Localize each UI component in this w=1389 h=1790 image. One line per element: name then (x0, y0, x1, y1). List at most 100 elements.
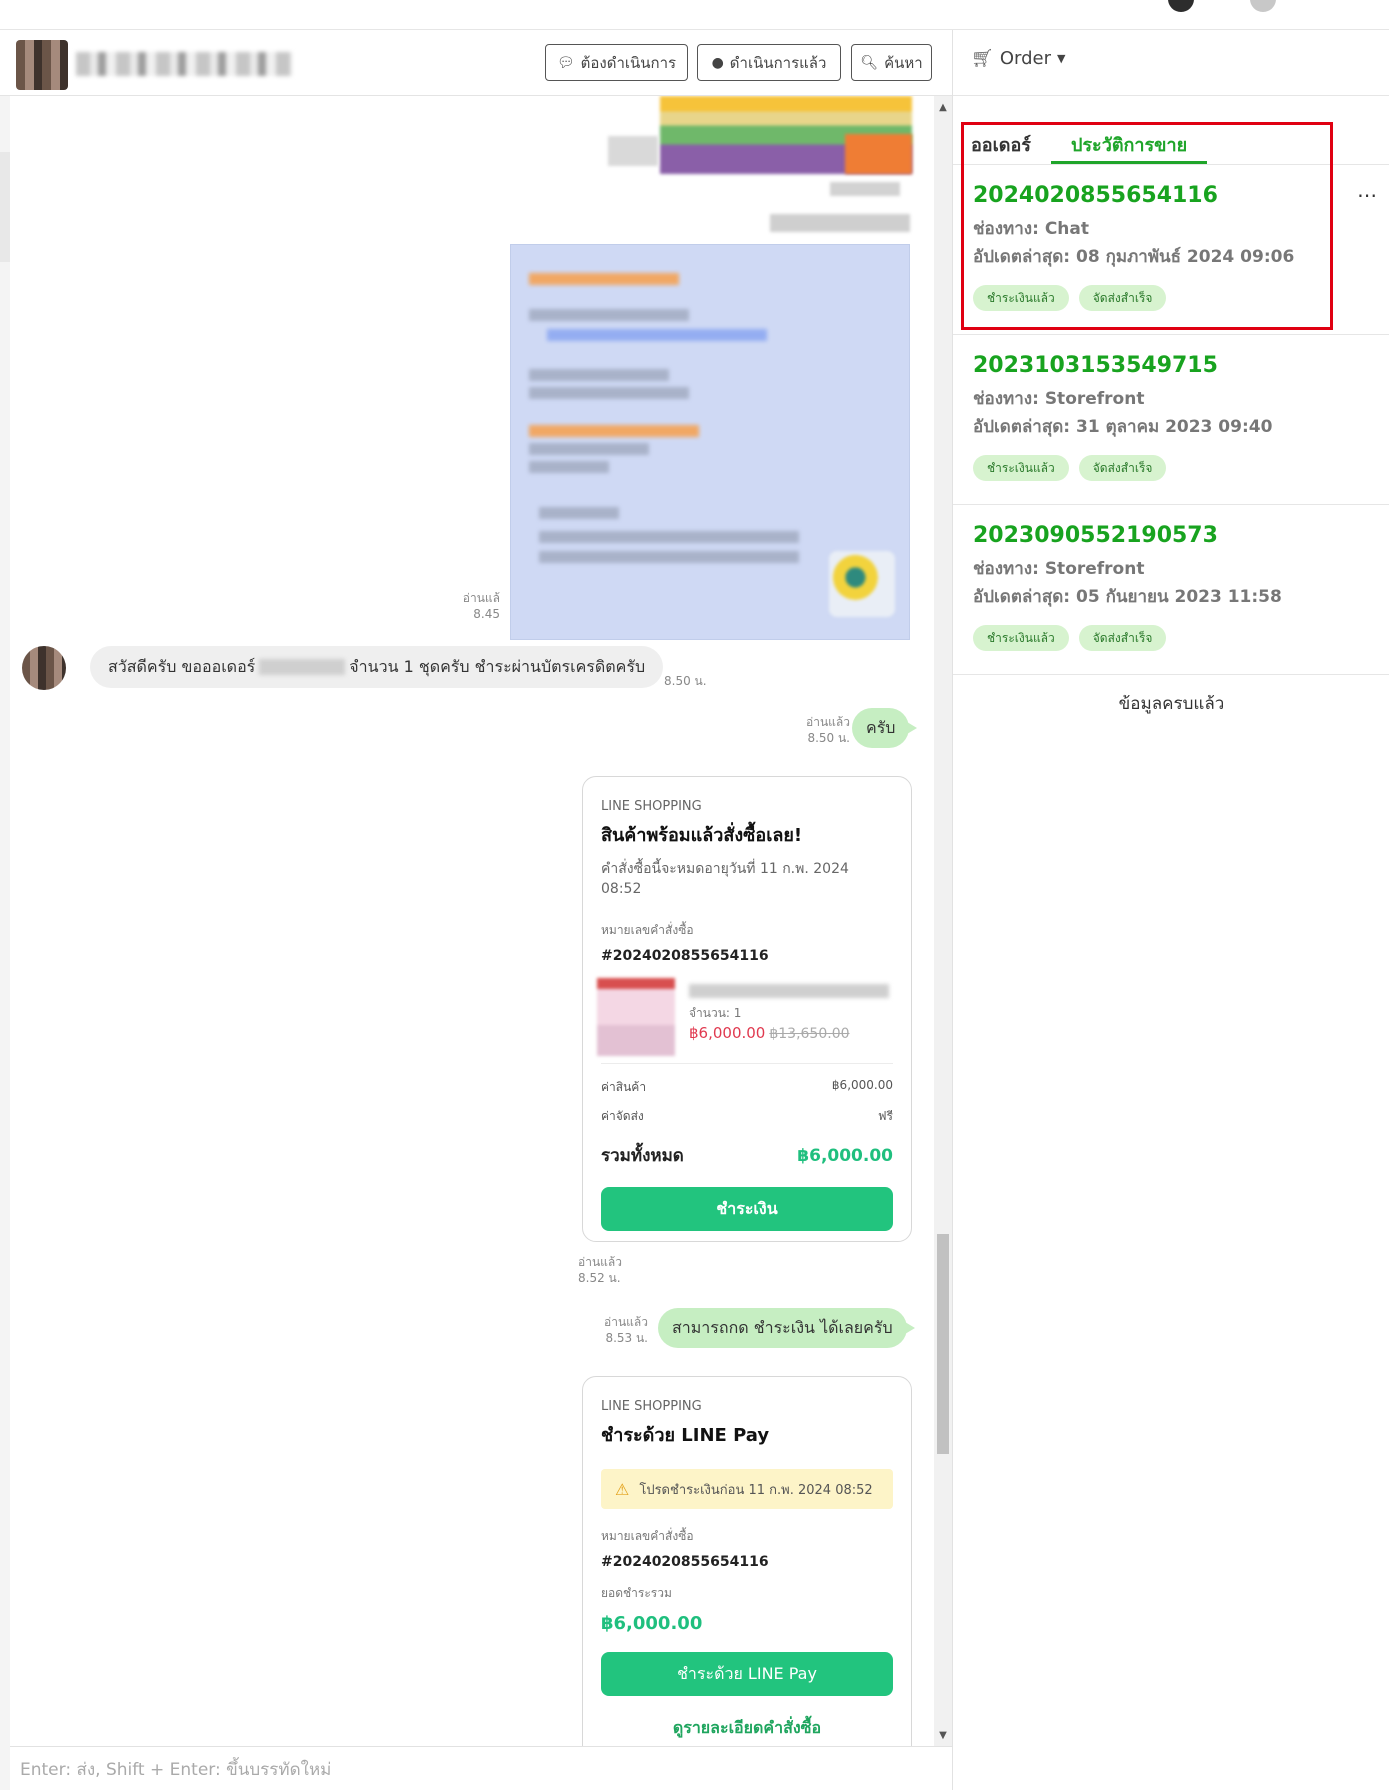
product-qty: จำนวน: 1 (689, 1006, 742, 1020)
price-now: ฿6,000.00 (689, 1024, 766, 1042)
subtotal-label: ค่าสินค้า (601, 1080, 647, 1094)
paid-badge: ชำระเงินแล้ว (973, 625, 1069, 651)
search-icon: 🔍︎ (860, 54, 879, 71)
card-source: LINE SHOPPING (601, 1399, 702, 1414)
customer-name-blurred (76, 52, 292, 76)
total-row: รวมทั้งหมด ฿6,000.00 (601, 1142, 893, 1169)
read-label: อ่านแล้ (462, 591, 500, 605)
read-time: 8.50 น. (807, 731, 850, 745)
order-detail-link[interactable]: ดูรายละเอียดคำสั่งซื้อ (601, 1716, 893, 1741)
blurred-line (539, 507, 619, 519)
order-badges: ชำระเงินแล้ว จัดส่งสำเร็จ (973, 455, 1167, 481)
amount-value: ฿6,000.00 (601, 1613, 703, 1634)
left-gutter (0, 96, 10, 1790)
line-pay-card[interactable]: LINE SHOPPING ชำระด้วย LINE Pay ⚠︎ โปรดช… (582, 1376, 912, 1746)
more-options-icon[interactable]: ⋯ (1357, 183, 1378, 207)
all-loaded-text: ข้อมูลครบแล้ว (1118, 694, 1225, 714)
done-button-label: ดำเนินการแล้ว (729, 53, 827, 72)
caret-down-icon: ▼ (1057, 52, 1066, 65)
blurred-line (529, 273, 679, 285)
scroll-thumb[interactable] (937, 1234, 949, 1454)
incoming-text-a: สวัสดีครับ ขอออเดอร์ (108, 656, 256, 676)
subtotal-value: ฿6,000.00 (831, 1078, 893, 1092)
blurred-line (529, 369, 669, 381)
shipping-row: ค่าจัดส่ง ฟรี (601, 1107, 893, 1126)
amount-label: ยอดชำระรวม (601, 1586, 672, 1600)
order-item[interactable]: 2023090552190573 ช่องทาง: Storefront อัป… (953, 505, 1389, 675)
product-thumbnail (597, 978, 675, 1056)
blurred-read-status (608, 136, 658, 166)
divider (953, 95, 1389, 96)
pay-button[interactable]: ชำระเงิน (601, 1187, 893, 1231)
total-value: ฿6,000.00 (797, 1145, 893, 1166)
card-title: สินค้าพร้อมแล้วสั่งซื้อเลย! (601, 825, 803, 846)
outgoing-text: สามารถกด ชำระเงิน ได้เลยครับ (672, 1317, 893, 1337)
settings-icon[interactable] (1250, 0, 1276, 12)
chat-messages[interactable]: อ่านแล้ 8.45 สวัสดีครับ ขอออเดอร์ จำนวน … (10, 96, 934, 1746)
message-input-bar (10, 1746, 952, 1790)
blurred-line (529, 387, 689, 399)
shipping-value: ฟรี (878, 1109, 893, 1123)
read-time: 8.45 (473, 607, 500, 621)
paid-badge: ชำระเงินแล้ว (973, 455, 1069, 481)
incoming-time: 8.50 น. (664, 674, 707, 688)
outgoing-text: ครับ (866, 717, 896, 737)
order-number-label: หมายเลขคำสั่งซื้อ (601, 923, 694, 937)
incoming-message[interactable]: สวัสดีครับ ขอออเดอร์ จำนวน 1 ชุดครับ ชำร… (90, 646, 664, 688)
customer-avatar (16, 40, 68, 90)
read-status: อ่านแล้ว 8.52 น. (578, 1254, 628, 1286)
outgoing-message[interactable]: ครับ (852, 708, 918, 748)
blurred-logo-icon (829, 551, 895, 617)
order-item[interactable]: 2023103153549715 ช่องทาง: Storefront อัป… (953, 335, 1389, 505)
blurred-flex-message[interactable] (510, 244, 910, 640)
blurred-text (770, 214, 910, 232)
warning-text: โปรดชำระเงินก่อน 11 ก.พ. 2024 08:52 (639, 1482, 873, 1498)
scroll-up-icon[interactable]: ▲ (934, 98, 952, 116)
card-title: ชำระด้วย LINE Pay (601, 1425, 770, 1446)
blurred-line (529, 461, 609, 473)
blurred-line (539, 551, 799, 563)
price-old: ฿13,650.00 (769, 1026, 850, 1042)
product-row[interactable]: จำนวน: 1 ฿6,000.00 ฿13,650.00 (597, 978, 893, 1064)
blurred-product-name (689, 984, 889, 998)
order-id[interactable]: 2023103153549715 (973, 353, 1218, 378)
blurred-line (529, 425, 699, 437)
profile-icon[interactable] (1168, 0, 1194, 12)
search-button[interactable]: 🔍︎ ค้นหา (851, 44, 932, 81)
pending-button[interactable]: 💬︎ ต้องดำเนินการ (545, 44, 688, 81)
search-button-label: ค้นหา (884, 53, 923, 72)
order-menu-button[interactable]: 🛒︎ Order ▼ (971, 48, 1065, 69)
chat-scrollbar[interactable]: ▲ ▼ (934, 96, 952, 1746)
order-card[interactable]: LINE SHOPPING สินค้าพร้อมแล้วสั่งซื้อเลย… (582, 776, 912, 1242)
shipped-badge: จัดส่งสำเร็จ (1078, 625, 1167, 651)
page: 💬︎ ต้องดำเนินการ ● ดำเนินการแล้ว 🔍︎ ค้นห… (0, 0, 1389, 1790)
order-updated: อัปเดตล่าสุด: 05 กันยายน 2023 11:58 (973, 587, 1282, 607)
outgoing-message[interactable]: สามารถกด ชำระเงิน ได้เลยครับ (658, 1308, 915, 1348)
cart-icon: 🛒︎ (971, 48, 994, 69)
pending-button-label: ต้องดำเนินการ (580, 53, 677, 72)
warning-icon: ⚠︎ (615, 1479, 630, 1499)
highlight-annotation (961, 122, 1333, 330)
product-price: ฿6,000.00 ฿13,650.00 (689, 1024, 850, 1042)
order-number: #2024020855654116 (601, 948, 769, 964)
blurred-line (539, 531, 799, 543)
subtotal-row: ค่าสินค้า ฿6,000.00 (601, 1078, 893, 1097)
message-input[interactable] (20, 1757, 920, 1783)
blurred-line (547, 329, 767, 341)
card-expiry: คำสั่งซื้อนี้จะหมดอายุวันที่ 11 ก.พ. 202… (601, 861, 849, 897)
chat-bubble-icon: 💬︎ (556, 54, 575, 71)
incoming-avatar (22, 646, 66, 690)
read-status: อ่านแล้ 8.45 (440, 590, 500, 622)
scroll-down-icon[interactable]: ▼ (934, 1726, 952, 1744)
read-time: 8.52 น. (578, 1271, 621, 1285)
order-updated: อัปเดตล่าสุด: 31 ตุลาคม 2023 09:40 (973, 417, 1273, 437)
gutter-strip (0, 152, 10, 262)
payment-warning: ⚠︎ โปรดชำระเงินก่อน 11 ก.พ. 2024 08:52 (601, 1469, 893, 1509)
blurred-time (830, 182, 900, 196)
line-pay-button[interactable]: ชำระด้วย LINE Pay (601, 1652, 893, 1696)
order-id[interactable]: 2023090552190573 (973, 523, 1218, 548)
done-button[interactable]: ● ดำเนินการแล้ว (697, 44, 841, 81)
read-status: อ่านแล้ว 8.50 น. (770, 714, 850, 746)
order-menu-label: Order (999, 48, 1052, 69)
read-label: อ่านแล้ว (578, 1255, 622, 1269)
